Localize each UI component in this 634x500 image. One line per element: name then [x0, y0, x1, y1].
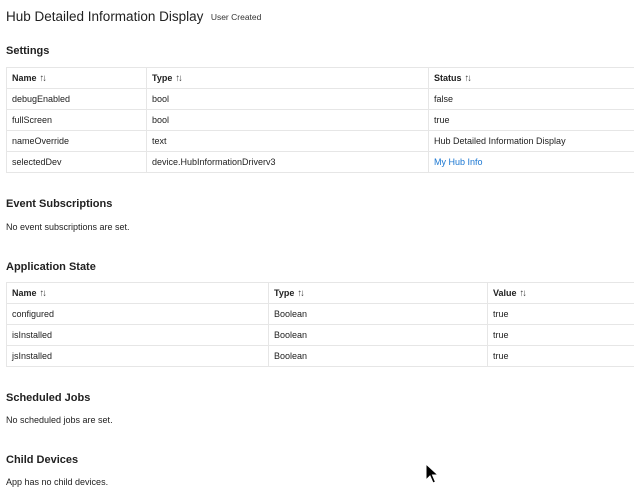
table-row: configured Boolean true — [6, 303, 634, 325]
sort-icon[interactable]: ↑↓ — [297, 288, 304, 299]
app-state-header-row: Name ↑↓ Type ↑↓ Value ↑↓ — [6, 282, 634, 304]
scheduled-jobs-title: Scheduled Jobs — [6, 392, 91, 404]
event-subscriptions-message: No event subscriptions are set. — [6, 222, 130, 232]
settings-col-name[interactable]: Name ↑↓ — [6, 67, 147, 89]
table-row: fullScreen bool true — [6, 109, 634, 131]
setting-name: nameOverride — [6, 130, 147, 152]
table-row: isInstalled Boolean true — [6, 324, 634, 346]
sort-icon[interactable]: ↑↓ — [175, 73, 182, 84]
settings-header-row: Name ↑↓ Type ↑↓ Status ↑↓ — [6, 67, 634, 89]
table-row: selectedDev device.HubInformationDriverv… — [6, 151, 634, 173]
child-devices-message: App has no child devices. — [6, 477, 109, 487]
page-header: Hub Detailed Information Display User Cr… — [6, 8, 261, 26]
table-row: debugEnabled bool false — [6, 88, 634, 110]
setting-status: false — [428, 88, 634, 110]
state-value: true — [487, 303, 634, 325]
mouse-pointer-icon — [425, 462, 440, 490]
app-state-col-type[interactable]: Type ↑↓ — [268, 282, 488, 304]
table-row: jsInstalled Boolean true — [6, 345, 634, 367]
settings-section-title: Settings — [6, 45, 50, 57]
app-state-col-value[interactable]: Value ↑↓ — [487, 282, 634, 304]
setting-name: debugEnabled — [6, 88, 147, 110]
state-name: jsInstalled — [6, 345, 269, 367]
child-devices-title: Child Devices — [6, 454, 79, 466]
setting-type: bool — [146, 88, 429, 110]
state-name: configured — [6, 303, 269, 325]
setting-type: device.HubInformationDriverv3 — [146, 151, 429, 173]
application-state-table: Name ↑↓ Type ↑↓ Value ↑↓ configured Boolean… — [6, 282, 634, 367]
state-type: Boolean — [268, 324, 488, 346]
sort-icon[interactable]: ↑↓ — [40, 73, 47, 84]
state-type: Boolean — [268, 345, 488, 367]
app-state-col-name[interactable]: Name ↑↓ — [6, 282, 269, 304]
setting-type: text — [146, 130, 429, 152]
sort-icon[interactable]: ↑↓ — [465, 73, 472, 84]
my-hub-info-link[interactable]: My Hub Info — [434, 157, 483, 167]
sort-icon[interactable]: ↑↓ — [520, 288, 527, 299]
setting-status-link[interactable]: My Hub Info — [428, 151, 634, 173]
sort-icon[interactable]: ↑↓ — [40, 288, 47, 299]
state-value: true — [487, 324, 634, 346]
state-name: isInstalled — [6, 324, 269, 346]
settings-table: Name ↑↓ Type ↑↓ Status ↑↓ debugEnabled bool… — [6, 67, 634, 173]
user-created-badge: User Created — [210, 12, 262, 22]
settings-col-type[interactable]: Type ↑↓ — [146, 67, 429, 89]
app-details-page: Hub Detailed Information Display User Cr… — [0, 0, 634, 500]
scheduled-jobs-message: No scheduled jobs are set. — [6, 415, 113, 425]
setting-type: bool — [146, 109, 429, 131]
setting-name: fullScreen — [6, 109, 147, 131]
event-subscriptions-title: Event Subscriptions — [6, 198, 113, 210]
application-state-title: Application State — [6, 261, 96, 273]
setting-status: true — [428, 109, 634, 131]
setting-name: selectedDev — [6, 151, 147, 173]
state-value: true — [487, 345, 634, 367]
page-title: Hub Detailed Information Display — [6, 9, 204, 24]
table-row: nameOverride text Hub Detailed Informati… — [6, 130, 634, 152]
settings-col-status[interactable]: Status ↑↓ — [428, 67, 634, 89]
state-type: Boolean — [268, 303, 488, 325]
setting-status: Hub Detailed Information Display — [428, 130, 634, 152]
